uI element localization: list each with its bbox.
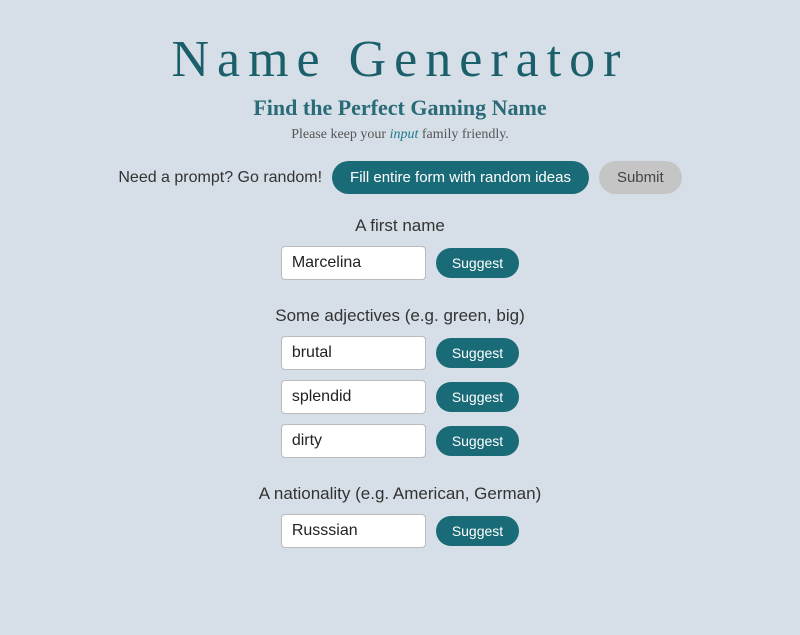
input-adjectives-1[interactable] (281, 380, 426, 414)
field-row-adjectives-2: Suggest (281, 424, 519, 458)
input-adjectives-2[interactable] (281, 424, 426, 458)
input-nationality-0[interactable] (281, 514, 426, 548)
suggest-button-adjectives-0[interactable]: Suggest (436, 338, 519, 368)
input-highlight: input (390, 127, 419, 142)
section-first-name: A first name Suggest (100, 216, 700, 290)
family-friendly-notice: Please keep your input family friendly. (291, 127, 509, 143)
field-row-adjectives-1: Suggest (281, 380, 519, 414)
page-subtitle: Find the Perfect Gaming Name (253, 95, 546, 121)
section-adjectives: Some adjectives (e.g. green, big) Suggest… (100, 306, 700, 468)
random-prompt-text: Need a prompt? Go random! (118, 169, 322, 187)
fill-random-button[interactable]: Fill entire form with random ideas (332, 161, 589, 194)
input-first-name-0[interactable] (281, 246, 426, 280)
section-nationality: A nationality (e.g. American, German) Sug… (100, 484, 700, 558)
section-label-nationality: A nationality (e.g. American, German) (259, 484, 542, 504)
field-row-adjectives-0: Suggest (281, 336, 519, 370)
input-adjectives-0[interactable] (281, 336, 426, 370)
suggest-button-adjectives-1[interactable]: Suggest (436, 382, 519, 412)
field-row-first-name-0: Suggest (281, 246, 519, 280)
random-prompt-row: Need a prompt? Go random! Fill entire fo… (118, 161, 681, 194)
suggest-button-adjectives-2[interactable]: Suggest (436, 426, 519, 456)
page-title: Name Generator (171, 30, 628, 89)
submit-button[interactable]: Submit (599, 161, 682, 194)
section-label-adjectives: Some adjectives (e.g. green, big) (275, 306, 524, 326)
suggest-button-first-name-0[interactable]: Suggest (436, 248, 519, 278)
section-label-first-name: A first name (355, 216, 445, 236)
suggest-button-nationality-0[interactable]: Suggest (436, 516, 519, 546)
field-row-nationality-0: Suggest (281, 514, 519, 548)
